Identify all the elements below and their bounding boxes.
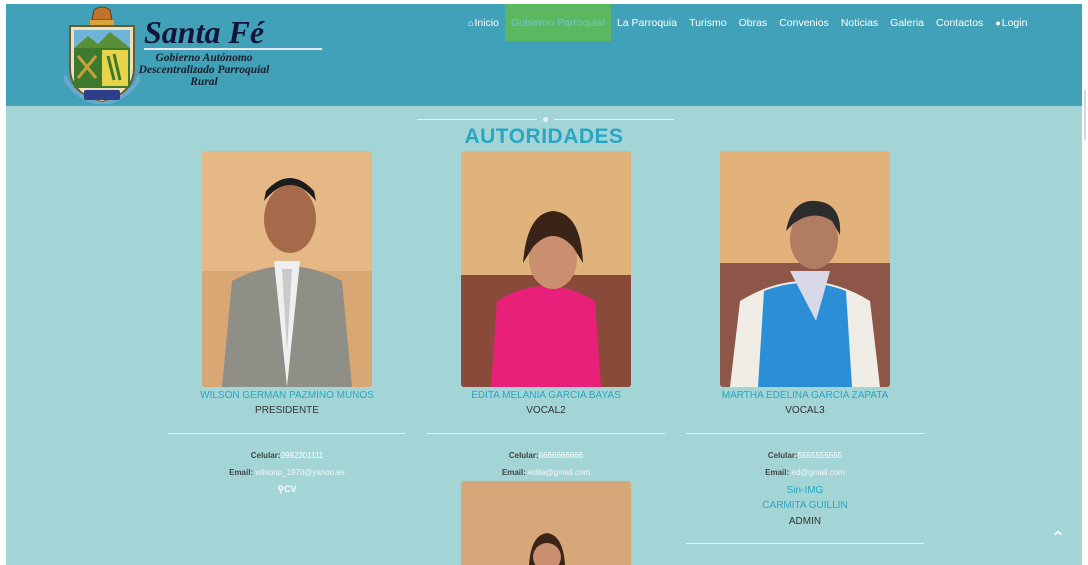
- title-rule-right: [554, 119, 674, 120]
- phone-value: 0992201111: [280, 451, 324, 460]
- site-logo[interactable]: Santa Fé Gobierno Autónomo Descentraliza…: [64, 4, 322, 106]
- portrait-image: [720, 151, 890, 387]
- email-value[interactable]: ed@gmail.com: [791, 468, 844, 477]
- divider: [168, 433, 406, 434]
- page-frame: Santa Fé Gobierno Autónomo Descentraliza…: [6, 4, 1082, 565]
- nav-item-login[interactable]: ● Login: [989, 4, 1033, 41]
- nav-item-noticias[interactable]: Noticias: [835, 4, 884, 41]
- phone-line: Celular:0992201111: [167, 451, 407, 460]
- title-ornament: [543, 117, 548, 122]
- user-icon: ●: [995, 17, 1001, 28]
- authority-name[interactable]: CARMITA GUILLIN: [685, 500, 925, 511]
- phone-label: Celular:: [508, 451, 539, 460]
- email-label: Email:: [229, 468, 254, 477]
- phone-value: 6666666666: [538, 451, 584, 460]
- divider: [686, 433, 924, 434]
- nav-item-obras[interactable]: Obras: [733, 4, 774, 41]
- phone-line: Celular:5555555555: [685, 451, 925, 460]
- authority-photo[interactable]: [202, 151, 372, 387]
- portrait-image: [461, 151, 631, 387]
- main-menu: ⌂ Inicio Gobierno Parroquial La Parroqui…: [462, 4, 1033, 41]
- authority-role: PRESIDENTE: [255, 405, 319, 416]
- email-value[interactable]: edita@gmail.com: [528, 468, 590, 477]
- navbar: Santa Fé Gobierno Autónomo Descentraliza…: [6, 4, 1082, 106]
- authority-role: VOCAL2: [526, 405, 566, 416]
- title-rule-left: [417, 119, 537, 120]
- email-value[interactable]: wilsonp_1970@yahoo.es: [255, 468, 345, 477]
- nav-item-label: Obras: [738, 16, 768, 29]
- nav-item-label: Convenios: [779, 16, 829, 29]
- nav-item-la-parroquia[interactable]: La Parroquia: [611, 4, 683, 41]
- nav-item-label: Login: [1001, 16, 1028, 29]
- phone-line: Celular:6666666666: [426, 451, 666, 460]
- nav-item-label: Galeria: [890, 16, 925, 29]
- crest-icon: [64, 6, 140, 104]
- scrollbar-hint: [1084, 90, 1086, 140]
- section-title: AUTORIDADES: [464, 125, 624, 148]
- email-label: Email:: [765, 468, 790, 477]
- nav-item-label: Inicio: [474, 16, 499, 29]
- cv-label: CV: [284, 484, 297, 494]
- nav-item-inicio[interactable]: ⌂ Inicio: [462, 4, 505, 41]
- authority-name[interactable]: WILSON GERMAN PAZMINO MUNOS: [167, 390, 407, 401]
- authority-role: ADMIN: [788, 516, 822, 527]
- authority-name[interactable]: EDITA MELANIA GARCIA BAYAS: [426, 390, 666, 401]
- email-line: Email: ed@gmail.com: [685, 468, 925, 477]
- authority-name[interactable]: MARTHA EDELINA GARCIA ZAPATA: [685, 390, 925, 401]
- brand-divider: [144, 48, 322, 50]
- phone-value: 5555555555: [797, 451, 843, 460]
- nav-item-galeria[interactable]: Galeria: [884, 4, 930, 41]
- chevron-up-icon[interactable]: ⌃: [1046, 526, 1070, 550]
- authority-photo[interactable]: [461, 481, 631, 565]
- portrait-image: [461, 481, 631, 565]
- cv-link[interactable]: ⚲CV: [167, 484, 407, 495]
- nav-item-turismo[interactable]: Turismo: [683, 4, 733, 41]
- nav-item-gobierno-parroquial[interactable]: Gobierno Parroquial: [504, 4, 611, 41]
- nav-item-label: Noticias: [840, 16, 879, 29]
- email-line: Email: edita@gmail.com: [426, 468, 666, 477]
- nav-item-label: Contactos: [936, 16, 984, 29]
- missing-image-placeholder: Sin-IMG: [786, 485, 824, 496]
- brand-title: Santa Fé: [144, 14, 265, 50]
- divider: [686, 543, 924, 544]
- authority-photo[interactable]: [720, 151, 890, 387]
- nav-item-label: Turismo: [689, 16, 727, 29]
- nav-item-label: La Parroquia: [616, 16, 678, 29]
- portrait-image: [202, 151, 372, 387]
- nav-item-label: Gobierno Parroquial: [510, 16, 605, 29]
- authority-photo[interactable]: [461, 151, 631, 387]
- home-icon: ⌂: [468, 17, 474, 28]
- brand-subtitle: Gobierno Autónomo Descentralizado Parroq…: [138, 52, 270, 88]
- phone-label: Celular:: [767, 451, 798, 460]
- nav-item-convenios[interactable]: Convenios: [773, 4, 835, 41]
- email-label: Email:: [501, 468, 526, 477]
- divider: [427, 433, 665, 434]
- email-line: Email: wilsonp_1970@yahoo.es: [167, 468, 407, 477]
- authority-role: VOCAL3: [785, 405, 825, 416]
- nav-item-contactos[interactable]: Contactos: [930, 4, 989, 41]
- phone-label: Celular:: [250, 451, 281, 460]
